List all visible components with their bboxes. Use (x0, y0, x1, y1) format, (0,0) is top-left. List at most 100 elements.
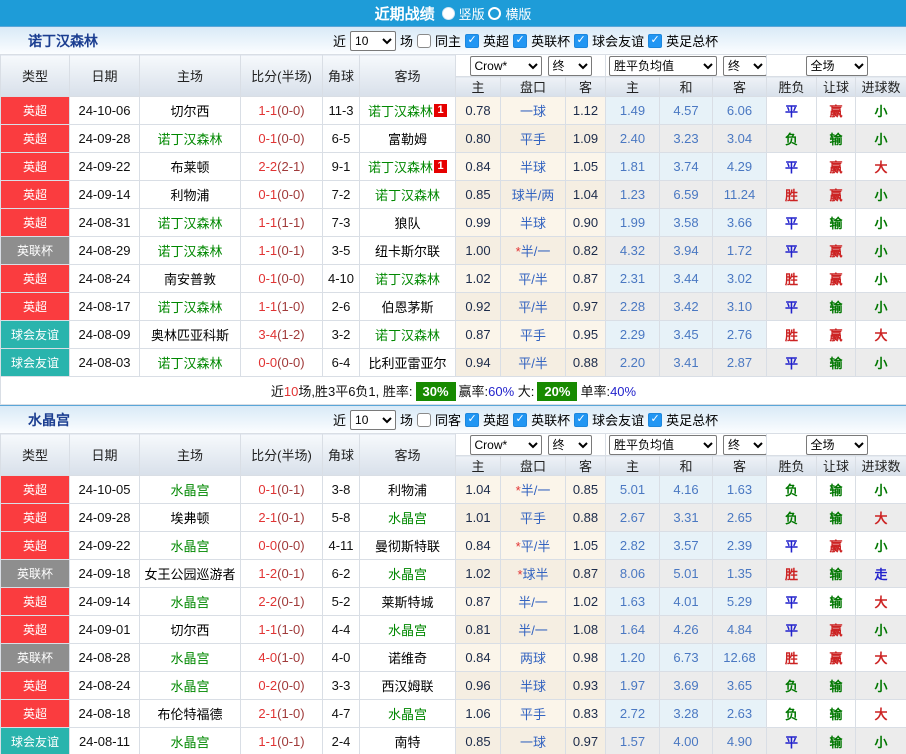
matches-table: 类型 日期 主场 比分(半场) 角球 客场 Crow* 终胜平负均值终全场主盘口客主和客胜负让… (0, 54, 906, 405)
scope-select[interactable]: 全场 (805, 434, 868, 455)
away-team[interactable]: 西汉姆联 (359, 671, 456, 700)
result-handicap: 输 (816, 348, 856, 377)
sub-col-header: 进球数 (855, 455, 906, 476)
odds-time-select[interactable]: 终 (547, 55, 592, 76)
away-team[interactable]: 诺丁汉森林 (359, 264, 456, 293)
match-score[interactable]: 1-2(0-1) (240, 559, 323, 588)
home-team[interactable]: 诺丁汉森林 (139, 292, 241, 321)
away-team[interactable]: 曼彻斯特联 (359, 531, 456, 560)
page-title: 近期战绩 (374, 5, 435, 23)
match-score[interactable]: 1-1(1-1) (240, 208, 323, 237)
league-checkbox-3[interactable]: ✓ (648, 412, 663, 427)
home-team[interactable]: 切尔西 (139, 96, 241, 125)
home-team[interactable]: 诺丁汉森林 (139, 348, 241, 377)
away-team[interactable]: 南特 (359, 727, 456, 754)
match-score[interactable]: 0-1(0-0) (240, 264, 323, 293)
match-score[interactable]: 0-2(0-0) (240, 671, 323, 700)
home-team[interactable]: 布伦特福德 (139, 699, 241, 728)
home-team[interactable]: 水晶宫 (139, 531, 241, 560)
home-team[interactable]: 女王公园巡游者 (139, 559, 241, 588)
match-score[interactable]: 0-1(0-1) (240, 475, 323, 504)
match-score[interactable]: 1-1(1-0) (240, 292, 323, 321)
scope-select[interactable]: 全场 (805, 55, 868, 76)
odds-handicap: 半/一 (500, 587, 566, 616)
away-team[interactable]: 水晶宫 (359, 559, 456, 588)
mean-home: 2.28 (605, 292, 660, 321)
home-team[interactable]: 诺丁汉森林 (139, 236, 241, 265)
layout-radio-1[interactable]: 横版 (488, 4, 531, 23)
home-team[interactable]: 诺丁汉森林 (139, 124, 241, 153)
league-checkbox-1[interactable]: ✓ (513, 33, 528, 48)
away-team[interactable]: 诺丁汉森林 (359, 180, 456, 209)
league-filter-label: 英超 (483, 413, 510, 428)
corner-count: 11-3 (322, 96, 360, 125)
odds-company-select[interactable]: Crow* (469, 434, 542, 455)
away-team[interactable]: 诺丁汉森林 (359, 320, 456, 349)
home-team[interactable]: 水晶宫 (139, 727, 241, 754)
away-team[interactable]: 水晶宫 (359, 615, 456, 644)
match-score[interactable]: 0-0(0-0) (240, 531, 323, 560)
mean-time-select[interactable]: 终 (723, 55, 766, 76)
match-score[interactable]: 2-1(1-0) (240, 699, 323, 728)
match-score[interactable]: 0-1(0-0) (240, 124, 323, 153)
home-team[interactable]: 诺丁汉森林 (139, 208, 241, 237)
home-team[interactable]: 奥林匹亚科斯 (139, 320, 241, 349)
away-team[interactable]: 水晶宫 (359, 503, 456, 532)
match-score[interactable]: 2-1(0-1) (240, 503, 323, 532)
away-team[interactable]: 比利亚雷亚尔 (359, 348, 456, 377)
away-team[interactable]: 诺丁汉森林 1 (359, 96, 456, 125)
home-team[interactable]: 水晶宫 (139, 643, 241, 672)
match-score[interactable]: 2-2(2-1) (240, 152, 323, 181)
odds-company-select[interactable]: Crow* (469, 55, 542, 76)
league-badge: 英超 (0, 96, 70, 125)
home-team[interactable]: 水晶宫 (139, 475, 241, 504)
mean-draw: 3.28 (659, 699, 713, 728)
home-team[interactable]: 埃弗顿 (139, 503, 241, 532)
home-team[interactable]: 布莱顿 (139, 152, 241, 181)
home-team[interactable]: 利物浦 (139, 180, 241, 209)
league-checkbox-3[interactable]: ✓ (648, 33, 663, 48)
games-unit-label: 场 (400, 34, 414, 49)
away-team[interactable]: 水晶宫 (359, 699, 456, 728)
away-team[interactable]: 诺丁汉森林 1 (359, 152, 456, 181)
match-score[interactable]: 4-0(1-0) (240, 643, 323, 672)
match-score[interactable]: 3-4(1-2) (240, 320, 323, 349)
away-team[interactable]: 狼队 (359, 208, 456, 237)
odds-time-select[interactable]: 终 (547, 434, 592, 455)
home-team[interactable]: 南安普敦 (139, 264, 241, 293)
match-score[interactable]: 0-1(0-0) (240, 180, 323, 209)
games-count-select[interactable]: 10 (350, 409, 397, 430)
away-team[interactable]: 诺维奇 (359, 643, 456, 672)
mean-type-select[interactable]: 胜平负均值 (609, 434, 717, 455)
mean-draw: 4.26 (659, 615, 713, 644)
mean-type-select[interactable]: 胜平负均值 (609, 55, 717, 76)
home-team[interactable]: 水晶宫 (139, 671, 241, 700)
same-venue-checkbox[interactable] (417, 412, 432, 427)
match-row: 英超 24-08-24 南安普敦 0-1(0-0) 4-10 诺丁汉森林 1.02 平/半 0.… (0, 264, 906, 293)
match-score[interactable]: 1-1(0-0) (240, 96, 323, 125)
league-checkbox-2[interactable]: ✓ (574, 33, 589, 48)
league-checkbox-2[interactable]: ✓ (574, 412, 589, 427)
same-venue-checkbox[interactable] (417, 33, 432, 48)
match-score[interactable]: 2-2(0-1) (240, 587, 323, 616)
win-rate-badge: 30% (415, 382, 456, 401)
match-score[interactable]: 0-0(0-0) (240, 348, 323, 377)
mean-time-select[interactable]: 终 (723, 434, 766, 455)
league-checkbox-1[interactable]: ✓ (513, 412, 528, 427)
home-team[interactable]: 水晶宫 (139, 587, 241, 616)
away-team[interactable]: 伯恩茅斯 (359, 292, 456, 321)
games-count-select[interactable]: 10 (350, 30, 397, 51)
away-team[interactable]: 利物浦 (359, 475, 456, 504)
layout-radio-0[interactable]: 竖版 (441, 4, 485, 23)
odds-home: 0.84 (455, 643, 501, 672)
away-team[interactable]: 富勒姆 (359, 124, 456, 153)
match-score[interactable]: 1-1(0-1) (240, 727, 323, 754)
away-team[interactable]: 莱斯特城 (359, 587, 456, 616)
match-score[interactable]: 1-1(1-0) (240, 615, 323, 644)
home-team[interactable]: 切尔西 (139, 615, 241, 644)
league-checkbox-0[interactable]: ✓ (465, 412, 480, 427)
result-outcome: 平 (766, 152, 817, 181)
league-checkbox-0[interactable]: ✓ (465, 33, 480, 48)
away-team[interactable]: 纽卡斯尔联 (359, 236, 456, 265)
match-score[interactable]: 1-1(0-1) (240, 236, 323, 265)
